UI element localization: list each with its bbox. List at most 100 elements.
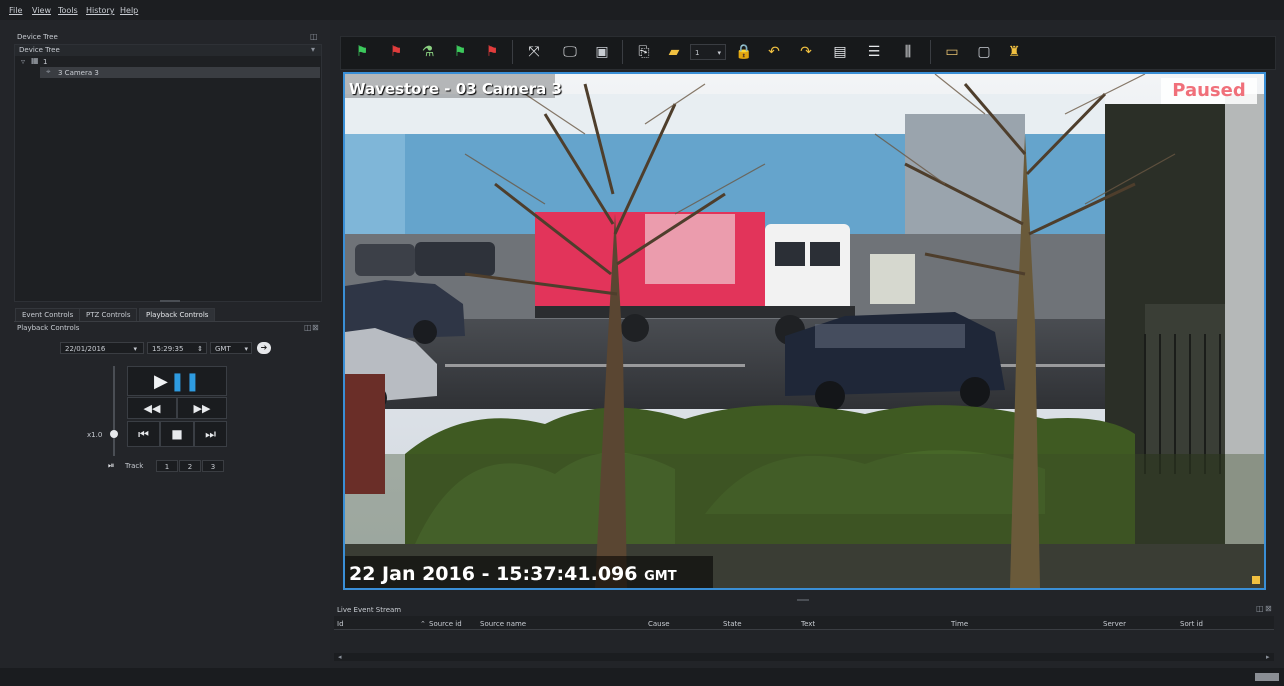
chevron-down-icon[interactable]: ▾	[133, 343, 137, 355]
chevron-down-icon[interactable]: ▾	[717, 45, 721, 61]
column-source-id[interactable]: Source id	[429, 620, 462, 628]
settings-icon[interactable]: ⫼	[898, 42, 918, 62]
folder-icon[interactable]: ▰	[664, 42, 684, 62]
chevron-down-icon[interactable]: ▾	[311, 46, 315, 54]
timestamp-timezone: GMT	[644, 569, 677, 584]
panel-float-icon[interactable]: ◫	[304, 324, 312, 332]
skip-start-button[interactable]: ⏮	[127, 421, 160, 447]
playback-controls-title: Playback Controls	[17, 324, 80, 332]
scroll-left-icon[interactable]: ◂	[338, 653, 342, 661]
device-tree-dropdown[interactable]: Device Tree	[15, 45, 321, 56]
column-text[interactable]: Text	[801, 620, 815, 628]
pause-icon: ❚❚	[169, 370, 200, 392]
undo-icon[interactable]: ↶	[764, 42, 784, 62]
timezone-select[interactable]: GMT ▾	[210, 342, 252, 354]
status-indicator	[1255, 673, 1279, 681]
screenshot-icon[interactable]: ▣	[592, 42, 612, 62]
recording-indicator-icon	[1252, 576, 1260, 584]
alarm-icon[interactable]: ♜	[1004, 42, 1024, 62]
spinner-icon[interactable]: ⇕	[197, 343, 203, 355]
tab-playback-label: Playback Controls	[146, 311, 209, 319]
page-selector-value: 1	[695, 49, 700, 57]
sort-asc-icon[interactable]: ⌃	[420, 620, 426, 628]
column-cause[interactable]: Cause	[648, 620, 670, 628]
camera-icon: ⌖	[46, 67, 51, 76]
camera-feed	[345, 74, 1264, 588]
screen-icon[interactable]: ▢	[974, 42, 994, 62]
server-icon: ▦	[31, 56, 39, 65]
column-source-name[interactable]: Source name	[480, 620, 526, 628]
panel-float-icon[interactable]: ◫	[310, 33, 318, 41]
device-tree	[14, 44, 322, 302]
panel-float-icon[interactable]: ◫	[1256, 605, 1264, 613]
redo-icon[interactable]: ↷	[796, 42, 816, 62]
column-state[interactable]: State	[723, 620, 742, 628]
video-view[interactable]: Wavestore - 03 Camera 3 Paused 22 Jan 20…	[343, 72, 1266, 590]
network-icon[interactable]: ⚗	[418, 42, 438, 62]
column-server[interactable]: Server	[1103, 620, 1126, 628]
track-play-icon[interactable]: ⏯	[108, 461, 114, 471]
event-stream-title: Live Event Stream	[337, 606, 402, 614]
tab-ptz-label: PTZ Controls	[86, 311, 131, 319]
splitter-handle[interactable]	[797, 599, 809, 601]
column-sort-id[interactable]: Sort id	[1180, 620, 1203, 628]
scroll-right-icon[interactable]: ▸	[1266, 653, 1270, 661]
menu-history[interactable]: History	[86, 6, 114, 15]
toolbar-separator	[512, 40, 513, 64]
splitter-handle[interactable]	[160, 300, 180, 302]
camera-title: Wavestore - 03 Camera 3	[349, 80, 562, 98]
device-tree-dropdown-value: Device Tree	[19, 46, 60, 54]
speed-slider-handle[interactable]	[110, 430, 118, 438]
stop-button[interactable]: ■	[160, 421, 194, 447]
flag-green-icon[interactable]: ⚑	[352, 42, 372, 62]
skip-end-icon: ⏭	[205, 426, 216, 441]
time-value: 15:29:35	[152, 345, 184, 353]
expand-arrow-icon[interactable]: ▿	[21, 58, 25, 66]
skip-start-icon: ⏮	[138, 426, 149, 441]
monitor-icon[interactable]: ▭	[942, 42, 962, 62]
menu-help[interactable]: Help	[120, 6, 138, 15]
close-icon[interactable]: ⊠	[1265, 605, 1272, 613]
toolbar-separator	[930, 40, 931, 64]
tab-playback-controls[interactable]: Playback Controls	[139, 308, 216, 321]
flag-green-skip-icon[interactable]: ⚑	[450, 42, 470, 62]
close-icon[interactable]: ⊠	[312, 324, 319, 332]
flag-red-skip-icon[interactable]: ⚑	[482, 42, 502, 62]
play-pause-button[interactable]: ▶ ❚❚	[127, 366, 227, 396]
horizontal-scrollbar[interactable]	[334, 653, 1274, 661]
date-field[interactable]: 22/01/2016 ▾	[60, 342, 144, 354]
track-1-button[interactable]: 1	[156, 460, 178, 472]
time-field[interactable]: 15:29:35 ⇕	[147, 342, 207, 354]
rewind-button[interactable]: ◀◀	[127, 397, 177, 419]
go-arrow-icon[interactable]: ➔	[257, 342, 271, 354]
export-icon[interactable]: ⎘	[634, 42, 654, 62]
chevron-down-icon[interactable]: ▾	[244, 343, 248, 355]
speed-label: x1.0	[87, 431, 103, 439]
skip-end-button[interactable]: ⏭	[194, 421, 227, 447]
tree-node-label[interactable]: 1	[43, 58, 47, 66]
menu-view[interactable]: View	[32, 6, 51, 15]
menu-tools[interactable]: Tools	[58, 6, 78, 15]
status-bar	[0, 668, 1284, 686]
list-icon[interactable]: ☰	[864, 42, 884, 62]
tree-camera-label[interactable]: 3 Camera 3	[58, 69, 99, 77]
fullscreen-icon[interactable]: ⤧	[524, 42, 544, 62]
tab-event-label: Event Controls	[22, 311, 74, 319]
fast-forward-button[interactable]: ▶▶	[177, 397, 227, 419]
tab-ptz-controls[interactable]: PTZ Controls	[79, 308, 138, 321]
track-2-button[interactable]: 2	[179, 460, 201, 472]
monitor-icon[interactable]: 🖵	[560, 42, 580, 62]
column-id[interactable]: Id	[337, 620, 344, 628]
track-3-button[interactable]: 3	[202, 460, 224, 472]
layout-icon[interactable]: ▤	[830, 42, 850, 62]
play-icon: ▶	[153, 370, 168, 392]
toolbar-separator	[622, 40, 623, 64]
speed-slider[interactable]	[113, 366, 115, 456]
flag-red-icon[interactable]: ⚑	[386, 42, 406, 62]
column-time[interactable]: Time	[951, 620, 968, 628]
tab-event-controls[interactable]: Event Controls	[15, 308, 81, 321]
menu-file[interactable]: File	[9, 6, 22, 15]
rewind-icon: ◀◀	[143, 401, 161, 415]
page-selector[interactable]: 1 ▾	[690, 44, 726, 60]
lock-icon[interactable]: 🔒	[734, 42, 754, 62]
